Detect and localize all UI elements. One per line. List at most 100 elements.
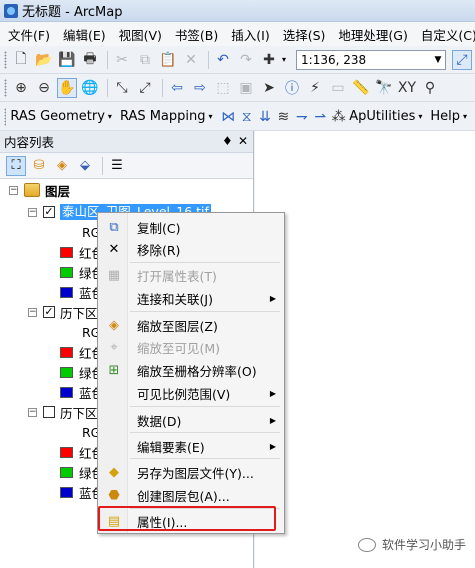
html-popup-icon[interactable]: ▭	[328, 78, 348, 98]
menu-geoprocessing[interactable]: 地理处理(G)	[338, 25, 407, 44]
list-by-drawing-order-icon[interactable]: ⛶	[6, 155, 26, 176]
toolbar-grip[interactable]	[4, 78, 7, 97]
submenu-arrow-icon: ▶	[269, 388, 276, 398]
menu-item-edit-features[interactable]: 编辑要素(E) ▶	[98, 435, 284, 457]
ras-geometry-menu[interactable]: RAS Geometry	[10, 109, 105, 124]
menu-item-joins-relates[interactable]: 连接和关联(J) ▶	[98, 287, 284, 309]
menu-item-create-layer-package[interactable]: ⬣ 创建图层包(A)...	[98, 484, 284, 506]
toolbar-separator	[102, 156, 103, 175]
open-icon[interactable]: 📂	[34, 50, 54, 70]
menu-selection[interactable]: 选择(S)	[283, 25, 326, 44]
menu-item-save-as-layer-file[interactable]: ◆ 另存为图层文件(Y)...	[98, 461, 284, 483]
redo-icon[interactable]: ↷	[236, 50, 256, 70]
copy-icon[interactable]: ⧉	[135, 50, 155, 70]
fixed-zoom-in-icon[interactable]: ⤡	[112, 78, 132, 98]
undo-icon[interactable]: ↶	[213, 50, 233, 70]
collapse-icon[interactable]: −	[9, 185, 18, 195]
select-elements-icon[interactable]: ➤	[259, 78, 279, 98]
new-icon[interactable]: 🗋	[11, 50, 31, 70]
collapse-icon[interactable]: −	[28, 407, 37, 417]
ras-mapping-menu[interactable]: RAS Mapping	[120, 109, 206, 124]
menu-item-data[interactable]: 数据(D) ▶	[98, 409, 284, 431]
menu-edit[interactable]: 编辑(E)	[63, 25, 106, 44]
select-features-icon[interactable]: ⬚	[213, 78, 233, 98]
back-extent-icon[interactable]: ⇦	[167, 78, 187, 98]
menu-item-zoom-to-layer[interactable]: ◈ 缩放至图层(Z)	[98, 314, 284, 336]
print-icon[interactable]: 🖶	[80, 50, 100, 70]
cut-icon[interactable]: ✂	[112, 50, 132, 70]
layer-name[interactable]: 历下区	[60, 403, 98, 422]
find-icon[interactable]: 🔭	[374, 78, 394, 98]
layer-row[interactable]: − 历下区	[28, 402, 98, 422]
go-to-xy-icon[interactable]: XY	[397, 78, 417, 98]
menu-view[interactable]: 视图(V)	[119, 25, 162, 44]
hyperlink-icon[interactable]: ⚡	[305, 78, 325, 98]
menu-file[interactable]: 文件(F)	[8, 25, 50, 44]
full-extent-icon[interactable]: 🌐	[80, 78, 100, 98]
list-by-source-icon[interactable]: ⛁	[29, 156, 49, 176]
collapse-icon[interactable]: −	[28, 207, 37, 217]
collapse-icon[interactable]: −	[28, 307, 37, 317]
paste-icon[interactable]: 📋	[158, 50, 178, 70]
toolbar-grip[interactable]	[4, 107, 7, 126]
toolbar-separator	[107, 50, 108, 69]
menu-customize[interactable]: 自定义(C)	[421, 25, 475, 44]
chevron-down-icon[interactable]: ▾	[108, 112, 112, 121]
toolbar-separator	[107, 78, 108, 97]
layer-visibility-checkbox[interactable]	[43, 406, 55, 418]
map-scale-input[interactable]: 1:136, 238 ▼	[296, 49, 447, 70]
clear-selection-icon[interactable]: ▣	[236, 78, 256, 98]
fixed-zoom-out-icon[interactable]: ⤢	[135, 78, 155, 98]
measure-icon[interactable]: 📏	[351, 78, 371, 98]
toc-title: 内容列表	[4, 135, 55, 150]
chevron-down-icon[interactable]: ▼	[431, 51, 445, 69]
add-data-dropdown-icon[interactable]: ▾	[282, 55, 286, 64]
standard-toolbar: 🗋 📂 💾 🖶 ✂ ⧉ 📋 ✕ ↶ ↷ ✚ ▾ 1:136, 238 ▼ ⤢	[0, 46, 475, 74]
menu-item-zoom-to-raster-resolution[interactable]: ⊞ 缩放至栅格分辨率(O)	[98, 359, 284, 381]
aputilities-menu[interactable]: ApUtilities	[349, 109, 415, 124]
chevron-down-icon[interactable]: ▾	[418, 112, 422, 121]
save-icon[interactable]: 💾	[57, 50, 77, 70]
time-slider-icon[interactable]: ⚲	[420, 78, 440, 98]
list-by-selection-icon[interactable]: ⬙	[75, 156, 95, 176]
list-by-visibility-icon[interactable]: ◈	[52, 156, 72, 176]
layers-icon	[24, 183, 40, 197]
menu-item-open-attribute-table[interactable]: ▦ 打开属性表(T)	[98, 264, 284, 286]
chevron-down-icon[interactable]: ▾	[209, 112, 213, 121]
menu-item-visible-scale-range[interactable]: 可见比例范围(V) ▶	[98, 382, 284, 404]
help-menu[interactable]: Help	[430, 109, 460, 124]
options-icon[interactable]: ☰	[107, 156, 127, 176]
toolbar-grip[interactable]	[4, 50, 7, 69]
editor-toolbar-icon[interactable]: ⤢	[452, 49, 473, 70]
menu-item-remove[interactable]: ✕ 移除(R)	[98, 238, 284, 260]
root-layers-row[interactable]: − 图层	[9, 180, 70, 200]
layer-visibility-checkbox[interactable]: ✓	[43, 206, 55, 218]
layer-name[interactable]: 历下区	[60, 303, 98, 322]
watermark-text: 软件学习小助手	[382, 538, 467, 552]
ras-tool-5-icon[interactable]: ⇁	[294, 107, 309, 127]
map-view[interactable]	[255, 131, 475, 568]
layer-row[interactable]: − ✓ 历下区	[28, 302, 98, 322]
forward-extent-icon[interactable]: ⇨	[190, 78, 210, 98]
pin-icon[interactable]: ♦	[222, 134, 233, 148]
layer-visibility-checkbox[interactable]: ✓	[43, 306, 55, 318]
red-swatch	[60, 346, 73, 358]
menu-item-zoom-to-visible[interactable]: ⌖ 缩放至可见(M)	[98, 336, 284, 358]
delete-icon[interactable]: ✕	[181, 50, 201, 70]
add-data-icon[interactable]: ✚	[259, 50, 279, 70]
identify-icon[interactable]: ⓘ	[282, 78, 302, 98]
ras-tool-7-icon[interactable]: ⁂	[331, 107, 346, 127]
pan-icon[interactable]: ✋	[57, 77, 77, 98]
ras-tool-3-icon[interactable]: ⇊	[257, 107, 272, 127]
chevron-down-icon[interactable]: ▾	[463, 112, 467, 121]
menu-item-copy[interactable]: ⧉ 复制(C)	[98, 216, 284, 238]
menu-bookmarks[interactable]: 书签(B)	[175, 25, 218, 44]
ras-tool-1-icon[interactable]: ⋈	[221, 107, 236, 127]
ras-tool-4-icon[interactable]: ≋	[276, 107, 291, 127]
zoom-in-icon[interactable]: ⊕	[11, 78, 31, 98]
menu-insert[interactable]: 插入(I)	[231, 25, 269, 44]
ras-tool-6-icon[interactable]: ⇀	[312, 107, 327, 127]
ras-tool-2-icon[interactable]: ⧖	[239, 107, 254, 127]
zoom-out-icon[interactable]: ⊖	[34, 78, 54, 98]
close-icon[interactable]: ✕	[238, 134, 248, 148]
